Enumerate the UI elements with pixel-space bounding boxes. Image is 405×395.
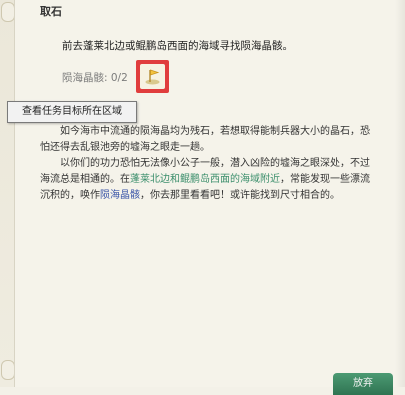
quest-title: 取石: [40, 5, 62, 18]
description-text: 海流总是相通的。在: [40, 174, 130, 185]
description-line: 海流总是相通的。在蓬莱北边和鲲鹏岛西面的海域附近，常能发现一些漂流: [40, 172, 405, 188]
ornament-icon: [1, 2, 15, 22]
quest-objective: 前去蓬莱北边或鲲鹏岛西面的海域寻找陨海晶骸。: [62, 40, 293, 52]
ornament-icon: [1, 360, 15, 380]
description-line: 以你们的功力恐怕无法像小公子一般，潜入凶险的墟海之眼深处，不过: [60, 158, 370, 169]
description-text: ，你去那里看看吧！或许能找到尺寸相合的。: [140, 190, 340, 201]
description-line: 怕还得去乱银池旁的墟海之眼走一趟。: [40, 142, 210, 153]
description-line: 如今海市中流通的陨海晶均为残石，若想取得能制兵器大小的晶石，恐: [60, 126, 370, 137]
left-border-decoration: [0, 0, 15, 387]
location-link[interactable]: 蓬莱北边和鲲鹏岛西面的海域附近: [130, 174, 280, 185]
panel-edge: [395, 0, 405, 387]
flag-icon: [140, 64, 165, 89]
locate-flag-button[interactable]: [136, 60, 169, 93]
description-text: ，常能发现一些漂流: [280, 174, 370, 185]
abandon-button[interactable]: 放弃: [333, 373, 393, 395]
description-line: 沉积的，唤作陨海晶骸，你去那里看看吧！或许能找到尺寸相合的。: [40, 188, 405, 204]
item-counter: 陨海晶骸: 0/2: [62, 72, 128, 84]
tooltip: 查看任务目标所在区域: [7, 101, 137, 123]
item-link[interactable]: 陨海晶骸: [100, 190, 140, 201]
description-text: 沉积的，唤作: [40, 190, 100, 201]
quest-description: 如今海市中流通的陨海晶均为残石，若想取得能制兵器大小的晶石，恐 怕还得去乱银池旁…: [40, 124, 405, 204]
